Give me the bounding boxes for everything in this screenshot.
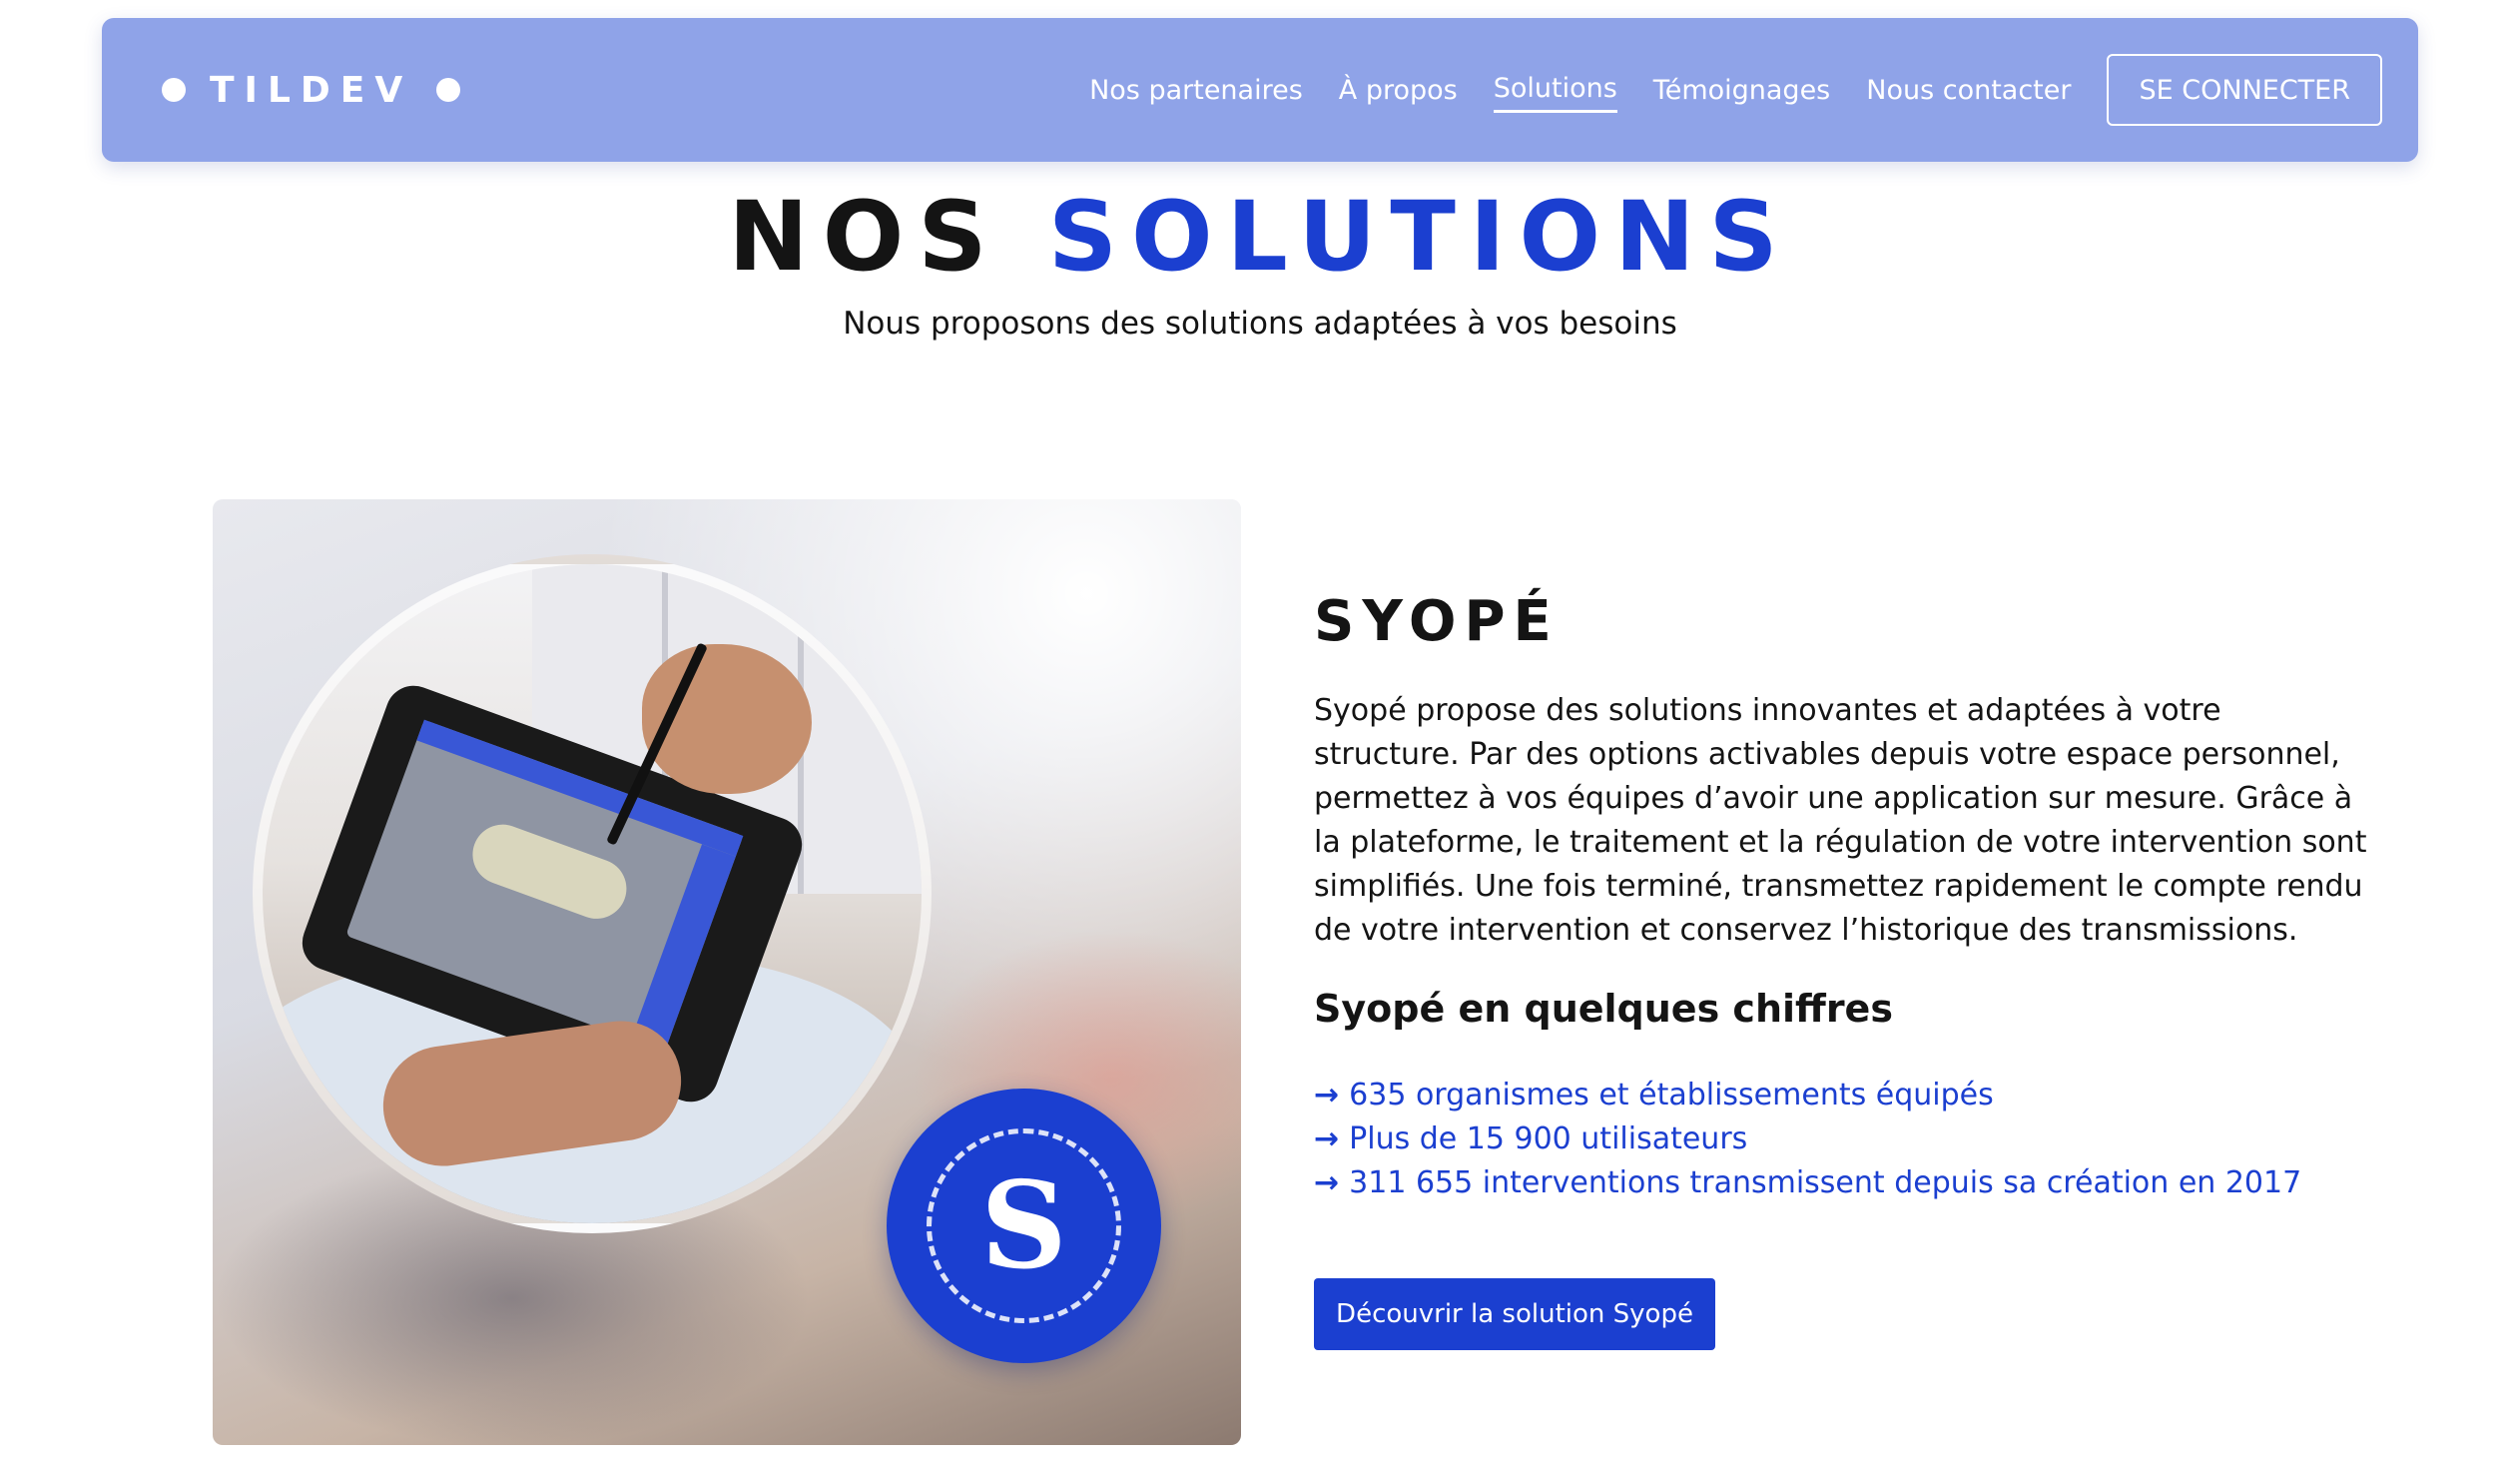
stat-item: → 635 organismes et établissements équipé… — [1314, 1074, 2301, 1117]
page-title: NOS SOLUTIONS — [0, 172, 2520, 302]
solution-title: SYOPÉ — [1314, 589, 1560, 654]
page-title-part1: NOS — [728, 181, 1001, 293]
stats-list: → 635 organismes et établissements équipé… — [1314, 1074, 2301, 1205]
figures-heading: Syopé en quelques chiffres — [1314, 987, 1893, 1031]
nav-item-temoignages[interactable]: Témoignages — [1653, 69, 1830, 112]
stat-text: 635 organismes et établissements équipés — [1349, 1078, 1994, 1112]
brand-name: TILDEV — [210, 69, 413, 111]
nav-item-a-propos[interactable]: À propos — [1339, 69, 1458, 112]
solution-description: Syopé propose des solutions innovantes e… — [1314, 693, 2367, 948]
stat-item: → Plus de 15 900 utilisateurs — [1314, 1117, 2301, 1161]
syope-logo-icon: S — [887, 1089, 1161, 1363]
nav-item-partenaires[interactable]: Nos partenaires — [1089, 69, 1303, 112]
login-button[interactable]: SE CONNECTER — [2107, 54, 2382, 126]
main-nav: Nos partenaires À propos Solutions Témoi… — [1089, 18, 2382, 162]
solution-hero-image: S — [213, 499, 1241, 1445]
stat-item: → 311 655 interventions transmissent depu… — [1314, 1161, 2301, 1205]
brand-logo[interactable]: TILDEV — [162, 18, 461, 162]
syope-logo-letter: S — [980, 1155, 1067, 1296]
discover-solution-button[interactable]: Découvrir la solution Syopé — [1314, 1278, 1715, 1350]
logo-dot-right-icon — [436, 78, 461, 102]
nav-item-solutions[interactable]: Solutions — [1493, 67, 1617, 113]
nav-item-contact[interactable]: Nous contacter — [1866, 69, 2071, 112]
logo-dot-left-icon — [162, 78, 186, 102]
arrow-right-icon: → — [1314, 1078, 1340, 1112]
arrow-right-icon: → — [1314, 1121, 1340, 1156]
stat-text: Plus de 15 900 utilisateurs — [1349, 1121, 1748, 1156]
stat-text: 311 655 interventions transmissent depui… — [1349, 1165, 2302, 1200]
top-navbar: TILDEV Nos partenaires À propos Solution… — [102, 18, 2418, 162]
tablet-photo — [253, 554, 932, 1233]
arrow-right-icon: → — [1314, 1165, 1340, 1200]
page-subtitle: Nous proposons des solutions adaptées à … — [843, 306, 1677, 342]
page-title-part2: SOLUTIONS — [1047, 181, 1792, 293]
